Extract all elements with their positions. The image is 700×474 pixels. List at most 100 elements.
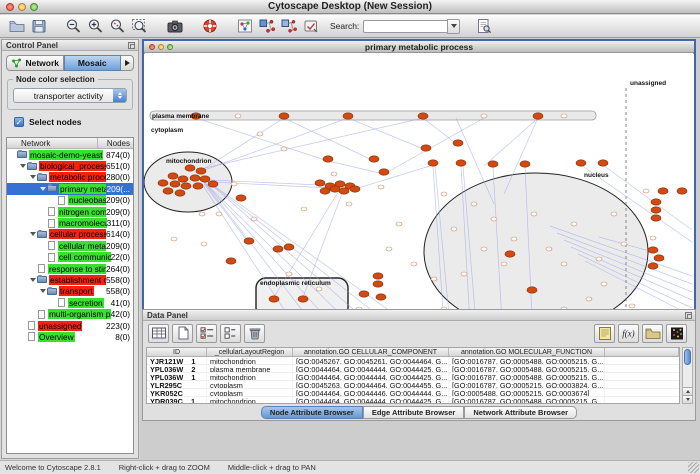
tree-row[interactable]: mosaic-demo-yeast874(0) [7,149,133,160]
network-node-small[interactable] [471,202,477,206]
network-node[interactable] [178,176,188,182]
expander-icon[interactable] [29,232,37,236]
network-node[interactable] [320,188,330,194]
search-input[interactable] [363,20,447,33]
network-node[interactable] [323,156,333,162]
zoom-fit-icon[interactable] [129,16,151,36]
select-attributes-icon[interactable] [196,324,217,343]
table-column-header[interactable]: ID [147,348,207,356]
import-icon[interactable] [642,324,663,343]
vizmapper-icon[interactable] [234,16,256,36]
network-node-small[interactable] [346,202,352,206]
network-node-small[interactable] [629,304,635,308]
network-node-small[interactable] [511,237,517,241]
network-node[interactable] [181,183,191,189]
table-column-header[interactable]: annotation.GO CELLULAR_COMPONENT [293,348,449,356]
network-node[interactable] [359,291,369,297]
tab-node-attribute-browser[interactable]: Node Attribute Browser [261,406,363,419]
table-row[interactable]: YDR039C__1mitochondrion[GO:0044464, GO:0… [147,397,679,404]
network-node-small[interactable] [378,185,384,189]
table-row[interactable]: YKR052Ccytoplasm[GO:0044464, GO:0044446,… [147,389,679,397]
filter-icon[interactable] [300,16,322,36]
network-node-small[interactable] [316,287,322,291]
network-node[interactable] [369,156,379,162]
network-node-small[interactable] [643,189,649,193]
network-node-small[interactable] [231,182,237,186]
network-node[interactable] [226,258,236,264]
network-node[interactable] [236,195,246,201]
network-node[interactable] [350,186,360,192]
network-node-small[interactable] [481,114,487,118]
tree-row[interactable]: response to stimulu264(0) [7,263,133,274]
tree-row[interactable]: cellular metabol209(0) [7,240,133,251]
tree-row[interactable]: biological_process651(0) [7,160,133,171]
expander-icon[interactable] [39,187,47,191]
tab-edge-attribute-browser[interactable]: Edge Attribute Browser [363,406,464,419]
tree-row[interactable]: metabolic process280(0) [7,172,133,183]
window-resize-grip[interactable] [688,462,699,473]
notes-icon[interactable] [594,324,615,343]
network-node-small[interactable] [481,247,487,251]
new-attribute-icon[interactable] [172,324,193,343]
network-node[interactable] [598,160,608,166]
network-node-small[interactable] [561,114,567,118]
snapshot-icon[interactable] [164,16,186,36]
delete-attributes-icon[interactable] [244,324,265,343]
network-canvas[interactable]: plasma membranecytoplasmmitochondrionnuc… [144,54,694,331]
network-node[interactable] [200,176,210,182]
network-node-small[interactable] [451,227,457,231]
network-node-small[interactable] [501,262,507,266]
enhanced-search-icon[interactable] [473,16,495,36]
tree-row[interactable]: cell communicat22(0) [7,252,133,263]
network-node-small[interactable] [441,192,447,196]
tree-row[interactable]: nucleobase-209(0) [7,195,133,206]
network-node[interactable] [654,255,664,261]
tree-row[interactable]: Overview8(0) [7,331,133,342]
network-node[interactable] [315,180,325,186]
network-node-small[interactable] [586,297,592,301]
table-row[interactable]: YLR295Ccytoplasm[GO:0045263, GO:0044464,… [147,381,679,389]
network-node[interactable] [651,207,661,213]
network-node[interactable] [488,161,498,167]
network-node-small[interactable] [491,217,497,221]
network-node-small[interactable] [650,236,656,240]
network-node[interactable] [168,173,178,179]
table-row[interactable]: YPL036W__2plasma membrane[GO:0044464, GO… [147,365,679,373]
network-node-small[interactable] [301,207,307,211]
expander-icon[interactable] [39,289,47,293]
network-node[interactable] [428,160,438,166]
help-ring-icon[interactable] [199,16,221,36]
network-node[interactable] [273,246,283,252]
network-node[interactable] [339,188,349,194]
network-node[interactable] [651,199,661,205]
network-node[interactable] [373,281,383,287]
network-node[interactable] [520,161,530,167]
network-node-small[interactable] [216,212,222,216]
network-node[interactable] [648,247,658,253]
zoom-out-icon[interactable] [63,16,85,36]
table-scrollbar[interactable] [682,347,693,404]
node-color-dropdown[interactable]: transporter activity [13,88,127,103]
network-node-small[interactable] [171,237,177,241]
expander-icon[interactable] [29,278,37,282]
network-node[interactable] [193,183,203,189]
network-node-small[interactable] [621,242,627,246]
network-node[interactable] [373,273,383,279]
network-node[interactable] [279,113,289,119]
network-node-small[interactable] [257,132,263,136]
network-node[interactable] [456,160,466,166]
network-node-small[interactable] [386,247,392,251]
network-node-small[interactable] [251,217,257,221]
tree-row[interactable]: unassigned223(0) [7,320,133,331]
network-node-small[interactable] [235,114,241,118]
network-node[interactable] [648,263,658,269]
network-node[interactable] [208,181,218,187]
scrollbar-thumb[interactable] [684,349,691,365]
network-node[interactable] [244,238,254,244]
network-node-small[interactable] [411,262,417,266]
network-node-small[interactable] [281,147,287,151]
expander-icon[interactable] [19,164,27,168]
network-node[interactable] [298,296,308,302]
network-node[interactable] [330,186,340,192]
function-icon[interactable]: f(x) [618,324,639,343]
